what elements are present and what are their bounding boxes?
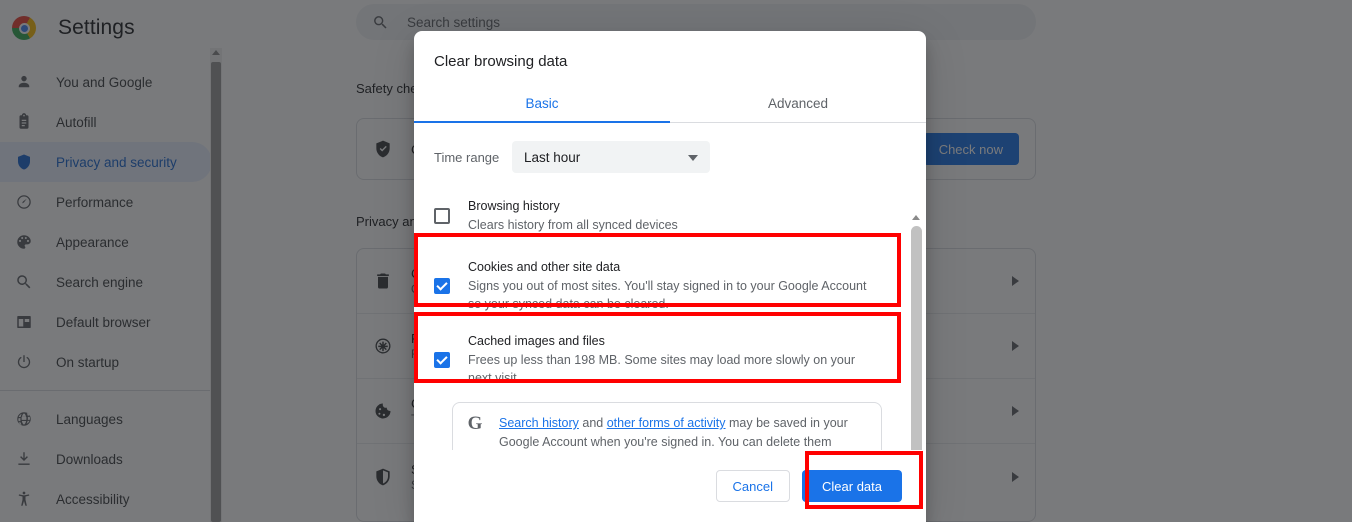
time-range-value: Last hour bbox=[524, 149, 581, 165]
dialog-tabs: Basic Advanced bbox=[414, 84, 926, 123]
google-account-note-text: Search history and other forms of activi… bbox=[499, 414, 867, 450]
option-text: Cookies and other site data Signs you ou… bbox=[468, 259, 882, 313]
note-conjunction: and bbox=[578, 416, 607, 430]
option-subtitle: Frees up less than 198 MB. Some sites ma… bbox=[468, 353, 855, 385]
clear-data-button[interactable]: Clear data bbox=[802, 470, 902, 502]
option-row-cached-images-and-files[interactable]: Cached images and files Frees up less th… bbox=[414, 326, 896, 394]
option-text: Browsing history Clears history from all… bbox=[468, 198, 882, 234]
other-forms-of-activity-link[interactable]: other forms of activity bbox=[607, 416, 726, 430]
dialog-title: Clear browsing data bbox=[434, 53, 568, 70]
option-row-browsing-history[interactable]: Browsing history Clears history from all… bbox=[414, 191, 896, 241]
dialog-scrollbar-thumb[interactable] bbox=[911, 226, 922, 450]
option-title: Browsing history bbox=[468, 199, 560, 213]
google-account-note: G Search history and other forms of acti… bbox=[452, 402, 882, 450]
tab-basic[interactable]: Basic bbox=[414, 84, 670, 123]
dialog-body: Time range Last hour Browsing history Cl… bbox=[414, 123, 926, 450]
option-subtitle: Signs you out of most sites. You'll stay… bbox=[468, 279, 867, 311]
option-row-cookies-and-other-site-data[interactable]: Cookies and other site data Signs you ou… bbox=[414, 250, 896, 322]
cancel-button[interactable]: Cancel bbox=[715, 470, 791, 502]
chevron-down-icon bbox=[688, 155, 698, 161]
tab-advanced[interactable]: Advanced bbox=[670, 84, 926, 122]
time-range-label: Time range bbox=[434, 149, 500, 165]
google-g-icon: G bbox=[467, 413, 483, 434]
search-history-link[interactable]: Search history bbox=[499, 416, 579, 430]
time-range-row: Time range Last hour bbox=[414, 123, 896, 173]
checkbox-cookies-and-other-site-data[interactable] bbox=[434, 278, 450, 294]
option-subtitle: Clears history from all synced devices bbox=[468, 218, 678, 232]
option-title: Cookies and other site data bbox=[468, 260, 621, 274]
checkbox-browsing-history[interactable] bbox=[434, 208, 450, 224]
checkbox-cached-images-and-files[interactable] bbox=[434, 352, 450, 368]
time-range-select[interactable]: Last hour bbox=[512, 141, 710, 173]
dialog-footer: Cancel Clear data bbox=[414, 450, 926, 522]
scroll-up-arrow-icon[interactable] bbox=[912, 215, 920, 220]
option-title: Cached images and files bbox=[468, 334, 605, 348]
dialog-scrollbar[interactable] bbox=[909, 212, 924, 450]
option-text: Cached images and files Frees up less th… bbox=[468, 333, 882, 387]
clear-browsing-data-dialog: Clear browsing data Basic Advanced Time … bbox=[414, 31, 926, 522]
